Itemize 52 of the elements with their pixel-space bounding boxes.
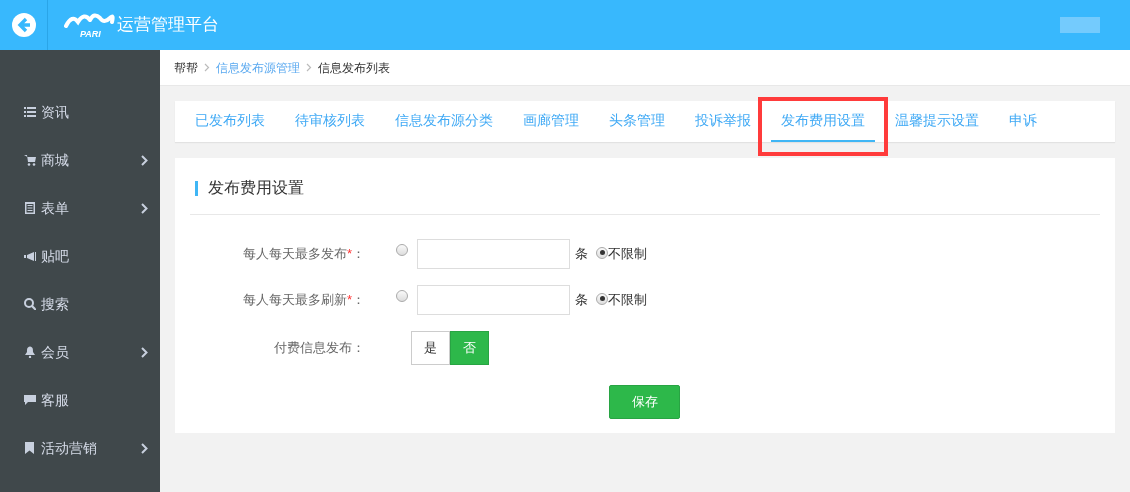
megaphone-icon	[24, 250, 36, 262]
form-icon	[24, 202, 36, 214]
title-accent-bar	[195, 180, 198, 196]
tab[interactable]: 待审核列表	[285, 101, 375, 142]
tab[interactable]: 申诉	[999, 101, 1047, 142]
sidebar-item[interactable]: 搜索	[0, 280, 160, 328]
radio-button[interactable]	[396, 290, 408, 302]
chevron-right-icon	[306, 63, 312, 72]
tab[interactable]: 投诉举报	[685, 101, 761, 142]
input-field[interactable]	[417, 239, 570, 269]
speech-bubble-icon	[24, 394, 36, 406]
panel-title: 发布费用设置	[208, 178, 304, 198]
back-icon[interactable]	[10, 12, 37, 38]
app-title: 运营管理平台	[117, 14, 219, 37]
tab[interactable]: 画廊管理	[513, 101, 589, 142]
logo-text: PARI	[80, 29, 101, 39]
save-button[interactable]: 保存	[609, 385, 680, 419]
chevron-right-icon	[204, 63, 210, 72]
sidebar-item[interactable]: 会员	[0, 328, 160, 376]
tab[interactable]: 温馨提示设置	[885, 101, 989, 142]
bookmark-icon	[24, 442, 36, 454]
field-label: 每人每天最多刷新*：	[241, 291, 366, 310]
sidebar-item[interactable]: 表单	[0, 184, 160, 232]
sidebar-item[interactable]: 活动营销	[0, 424, 160, 472]
radio-button[interactable]	[596, 246, 608, 259]
cart-icon	[24, 154, 36, 166]
breadcrumb-text: 帮帮	[174, 59, 198, 77]
radio-button[interactable]	[396, 244, 408, 256]
list-icon	[24, 106, 36, 118]
sidebar-item[interactable]: 客服	[0, 376, 160, 424]
field-label: 每人每天最多发布*：	[241, 245, 366, 264]
breadcrumb-text: 信息发布列表	[318, 59, 390, 77]
bell-icon	[24, 346, 36, 358]
sidebar-item[interactable]: 商城	[0, 136, 160, 184]
sidebar-item[interactable]: 贴吧	[0, 232, 160, 280]
radio-label: 不限制	[608, 245, 647, 264]
input-field[interactable]	[417, 285, 570, 315]
tab[interactable]: 已发布列表	[185, 101, 275, 142]
tab[interactable]: 发布费用设置	[771, 101, 875, 142]
tab[interactable]: 信息发布源分类	[385, 101, 503, 142]
field-label: 付费信息发布：	[273, 339, 366, 358]
user-name-blur	[1060, 17, 1100, 33]
toggle-option[interactable]: 是	[411, 331, 450, 365]
tab[interactable]: 头条管理	[599, 101, 675, 142]
radio-button[interactable]	[596, 292, 608, 305]
unit-label: 条	[575, 291, 588, 310]
radio-label: 不限制	[608, 291, 647, 310]
unit-label: 条	[575, 245, 588, 264]
breadcrumb-link[interactable]: 信息发布源管理	[216, 58, 300, 77]
toggle-option[interactable]: 否	[450, 331, 489, 365]
search-icon	[24, 298, 36, 310]
sidebar-item[interactable]: 资讯	[0, 88, 160, 136]
